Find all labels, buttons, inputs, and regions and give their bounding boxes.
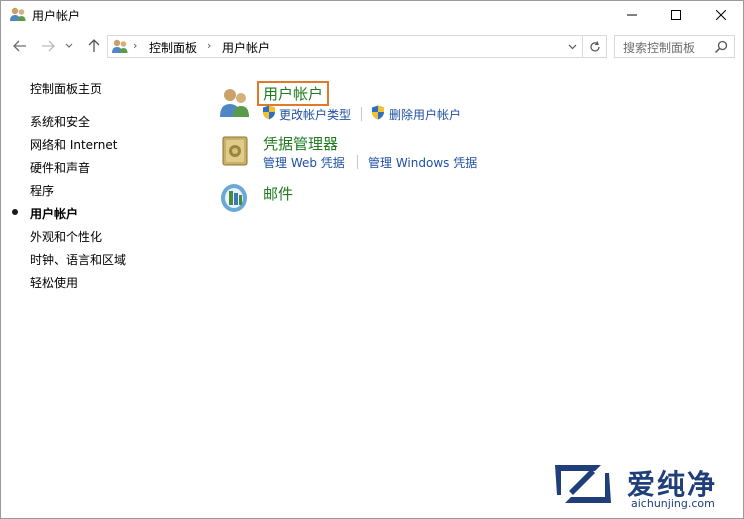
chevron-down-icon [568,44,576,50]
users-icon[interactable] [218,85,252,119]
sidebar-item-home[interactable]: 控制面板主页 [30,80,102,97]
forward-button[interactable] [39,37,57,55]
refresh-button[interactable] [582,36,606,57]
control-panel-icon [111,38,129,54]
window-title: 用户帐户 [32,9,81,23]
close-button[interactable] [698,1,744,29]
navigation-bar: › 控制面板 › 用户帐户 搜索控制面板 [1,31,743,61]
maximize-icon [671,10,681,20]
breadcrumb-user-accounts[interactable]: 用户帐户 [222,39,270,56]
link-divider [357,155,358,169]
sidebar-item-ease-of-access[interactable]: 轻松使用 [30,274,78,291]
link-change-account-type[interactable]: 更改帐户类型 [279,106,351,123]
address-bar[interactable]: › 控制面板 › 用户帐户 [107,35,607,58]
sidebar-item-system-security[interactable]: 系统和安全 [30,113,90,130]
up-button[interactable] [85,37,103,55]
breadcrumb-control-panel[interactable]: 控制面板 [149,39,197,56]
uac-shield-icon [371,105,385,120]
arrow-right-icon [42,40,55,52]
maximize-button[interactable] [653,1,699,29]
breadcrumb-separator[interactable]: › [207,39,211,52]
search-icon[interactable] [713,39,729,55]
arrow-left-icon [13,40,26,52]
search-box[interactable]: 搜索控制面板 [614,35,735,58]
watermark-logo-icon [549,461,617,507]
sidebar-item-user-accounts[interactable]: 用户帐户 [30,205,78,222]
address-dropdown-button[interactable] [564,38,580,56]
refresh-icon [589,40,600,51]
link-manage-web-credentials[interactable]: 管理 Web 凭据 [263,154,345,171]
category-user-accounts-title[interactable]: 用户帐户 [257,81,330,106]
link-divider [361,107,362,121]
sidebar-item-programs[interactable]: 程序 [30,182,54,199]
close-icon [716,10,726,20]
recent-locations-button[interactable] [63,37,75,55]
selected-bullet-icon [12,209,18,215]
back-button[interactable] [11,37,29,55]
uac-shield-icon [262,105,276,120]
control-panel-window: 用户帐户 › 控制面板 › 用户帐户 搜索控制面板 控制面板主页 系统和安全 网… [0,0,744,519]
sidebar-item-network[interactable]: 网络和 Internet [30,136,117,153]
search-input[interactable]: 搜索控制面板 [623,39,695,56]
chevron-down-icon [65,43,73,48]
credential-vault-icon[interactable] [218,134,252,168]
arrow-up-icon [88,39,100,52]
sidebar-item-appearance[interactable]: 外观和个性化 [30,228,102,245]
link-manage-windows-credentials[interactable]: 管理 Windows 凭据 [368,154,477,171]
minimize-button[interactable] [609,1,655,29]
category-mail-title[interactable]: 邮件 [263,183,293,204]
sidebar-item-hardware-sound[interactable]: 硬件和声音 [30,159,90,176]
minimize-icon [627,14,637,16]
link-delete-user-account[interactable]: 删除用户帐户 [389,106,461,123]
sidebar-item-clock-region[interactable]: 时钟、语言和区域 [30,251,126,268]
breadcrumb-separator[interactable]: › [133,39,137,52]
mail-icon[interactable] [218,181,252,215]
title-bar[interactable]: 用户帐户 [1,1,743,29]
watermark-url: aichunjing.com [631,497,715,510]
category-credential-manager-title[interactable]: 凭据管理器 [263,133,338,154]
users-icon [9,6,27,22]
